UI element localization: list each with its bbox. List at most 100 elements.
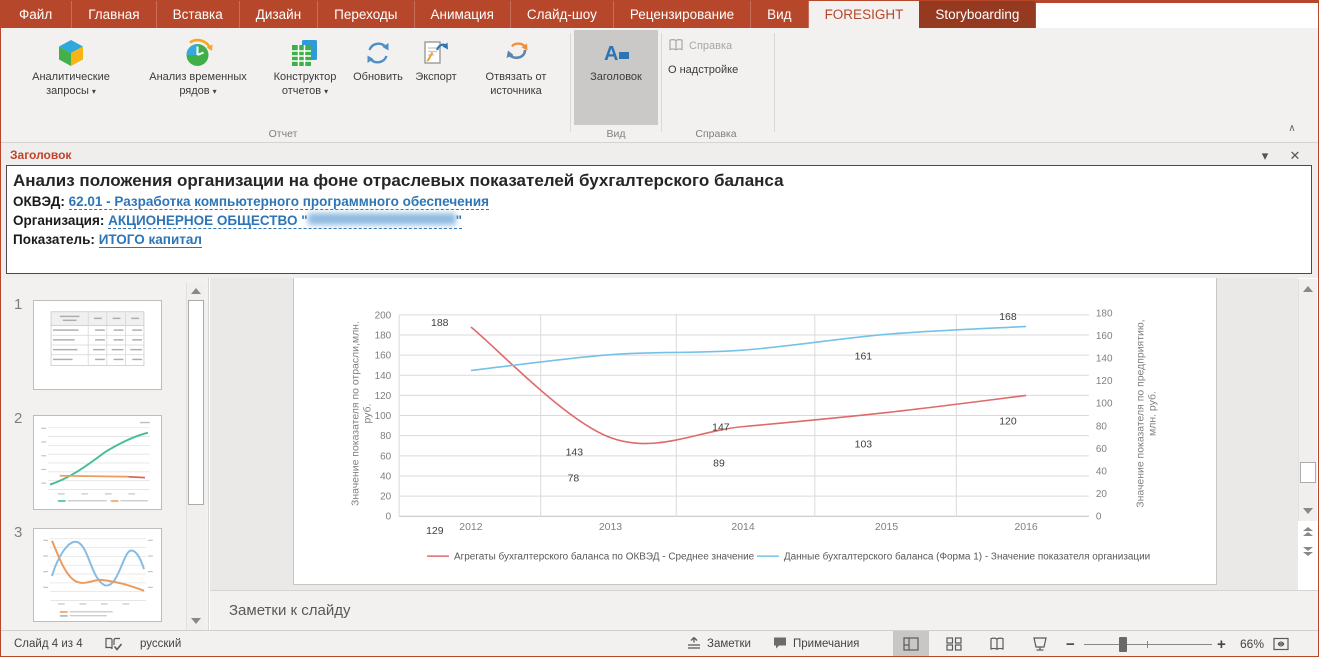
scroll-down-icon[interactable] xyxy=(187,613,205,628)
zoom-slider-track[interactable] xyxy=(1084,644,1212,645)
notes-area[interactable]: Заметки к слайду xyxy=(210,590,1319,630)
x-axis-tick: 2016 xyxy=(1014,522,1037,533)
zoom-out-button[interactable]: − xyxy=(1066,631,1075,657)
right-axis-tick: 60 xyxy=(1096,444,1108,455)
x-axis-tick: 2013 xyxy=(599,522,622,533)
editor-scrollbar[interactable] xyxy=(1298,279,1317,521)
left-axis-tick: 0 xyxy=(386,512,392,523)
fit-to-window-button[interactable] xyxy=(1272,631,1290,657)
scroll-up-icon[interactable] xyxy=(1299,281,1317,297)
tab-file[interactable]: Файл xyxy=(0,0,72,28)
zoom-level[interactable]: 66% xyxy=(1240,631,1264,657)
data-label: 78 xyxy=(568,473,580,484)
unlink-arrows-icon xyxy=(500,37,532,69)
slide-indicator[interactable]: Слайд 4 из 4 xyxy=(14,631,83,657)
title-toggle-button[interactable]: A Заголовок xyxy=(574,30,658,125)
collapse-ribbon-icon[interactable]: ∧ xyxy=(1281,120,1303,138)
refresh-button[interactable]: Обновить xyxy=(350,30,406,125)
okved-link[interactable]: 62.01 - Разработка компьютерного програм… xyxy=(69,194,489,210)
panel-close-icon[interactable]: ✕ xyxy=(1285,147,1305,165)
dropdown-caret-icon: ▾ xyxy=(92,87,96,96)
tab-home[interactable]: Главная xyxy=(72,0,156,28)
zoom-in-button[interactable]: + xyxy=(1217,631,1226,657)
spellcheck-icon[interactable] xyxy=(104,631,122,657)
indicator-link[interactable]: ИТОГО капитал xyxy=(99,232,202,248)
export-button[interactable]: Экспорт xyxy=(408,30,464,125)
left-axis-tick: 160 xyxy=(375,351,392,362)
next-slide-icon[interactable] xyxy=(1298,544,1317,558)
tab-insert[interactable]: Вставка xyxy=(157,0,240,28)
comments-toggle[interactable]: Примечания xyxy=(772,631,859,657)
panel-collapse-icon[interactable]: ▾ xyxy=(1255,147,1275,165)
tab-review[interactable]: Рецензирование xyxy=(614,0,751,28)
analytic-queries-label: Аналитические запросы▾ xyxy=(8,70,134,99)
left-axis-tick: 100 xyxy=(375,411,392,422)
slide-chart[interactable]: 0204060801001201401601802000204060801001… xyxy=(294,278,1216,584)
zoom-slider-thumb[interactable] xyxy=(1119,637,1127,652)
notes-toggle[interactable]: Заметки xyxy=(686,631,751,657)
tab-design[interactable]: Дизайн xyxy=(240,0,318,28)
tab-foresight[interactable]: FORESIGHT xyxy=(809,0,920,28)
slide-editor-area[interactable]: 0204060801001201401601802000204060801001… xyxy=(210,278,1298,590)
data-label: 129 xyxy=(426,526,444,537)
status-bar: Слайд 4 из 4 русский Заметки Примечания xyxy=(0,630,1319,657)
dropdown-caret-icon: ▾ xyxy=(324,87,328,96)
thumbnail-scrollbar[interactable] xyxy=(186,283,205,630)
series-line-2 xyxy=(471,326,1026,370)
previous-slide-icon[interactable] xyxy=(1298,525,1317,539)
notes-toggle-label: Заметки xyxy=(707,638,751,650)
organization-label: Организация: xyxy=(13,213,104,228)
left-axis-tick: 180 xyxy=(375,331,392,342)
slide-canvas[interactable]: 0204060801001201401601802000204060801001… xyxy=(293,278,1217,585)
slideshow-view-button[interactable] xyxy=(1022,631,1058,657)
left-axis-tick: 20 xyxy=(380,492,392,503)
slide-thumbnail-3[interactable] xyxy=(33,528,162,622)
tab-transitions[interactable]: Переходы xyxy=(318,0,414,28)
help-label: Справка xyxy=(689,40,732,52)
left-axis-tick: 200 xyxy=(375,310,392,321)
tab-animations[interactable]: Анимация xyxy=(415,0,511,28)
help-book-icon xyxy=(668,37,684,56)
analytic-queries-button[interactable]: Аналитические запросы▾ xyxy=(8,30,134,125)
title-text-box[interactable]: Анализ положения организации на фоне отр… xyxy=(6,165,1312,274)
data-label: 120 xyxy=(999,417,1017,428)
editor-scrollbar-thumb[interactable] xyxy=(1300,462,1316,483)
unlink-source-button[interactable]: Отвязать от источника xyxy=(466,30,566,125)
ribbon-group-help: Справка xyxy=(661,128,771,140)
organization-link[interactable]: АКЦИОНЕРНОЕ ОБЩЕСТВО "" xyxy=(108,213,462,229)
reading-view-button[interactable] xyxy=(979,631,1015,657)
thumbnail-wave-chart-preview xyxy=(34,529,161,621)
slide-thumbnail-panel: 1 2 xyxy=(0,278,209,630)
slide-number: 1 xyxy=(14,296,22,313)
title-toggle-label: Заголовок xyxy=(574,70,658,84)
comments-toggle-label: Примечания xyxy=(793,638,859,650)
slide-sorter-view-button[interactable] xyxy=(936,631,972,657)
scroll-down-icon[interactable] xyxy=(1299,503,1317,519)
data-label: 161 xyxy=(855,352,873,363)
svg-text:A: A xyxy=(604,43,618,65)
tab-slideshow[interactable]: Слайд-шоу xyxy=(511,0,614,28)
help-button[interactable]: Справка xyxy=(668,36,732,56)
report-builder-button[interactable]: Конструктор отчетов▾ xyxy=(262,30,348,125)
left-axis-title: Значение показателя по отрасли,млн.руб. xyxy=(350,321,373,506)
tab-storyboarding[interactable]: Storyboarding xyxy=(919,0,1035,28)
time-series-button[interactable]: Анализ временных рядов▾ xyxy=(136,30,260,125)
normal-view-button[interactable] xyxy=(893,631,929,657)
report-builder-label: Конструктор отчетов▾ xyxy=(262,70,348,99)
slide-number: 3 xyxy=(14,524,22,541)
report-table-icon xyxy=(289,37,321,69)
header-panel-title: Заголовок xyxy=(10,148,71,162)
data-label: 188 xyxy=(431,318,449,329)
data-label: 143 xyxy=(566,447,584,458)
thumbnail-scrollbar-thumb[interactable] xyxy=(188,300,204,505)
slide-thumbnail-1[interactable] xyxy=(33,300,162,390)
scroll-up-icon[interactable] xyxy=(187,283,205,298)
slide-thumbnail-2[interactable] xyxy=(33,415,162,510)
dropdown-caret-icon: ▾ xyxy=(213,87,217,96)
ribbon: Аналитические запросы▾ Анализ временных … xyxy=(0,28,1319,143)
about-addin-button[interactable]: О надстройке xyxy=(668,60,738,80)
right-axis-tick: 100 xyxy=(1096,399,1113,410)
language-indicator[interactable]: русский xyxy=(140,631,181,657)
tab-view[interactable]: Вид xyxy=(751,0,808,28)
export-document-icon xyxy=(420,37,452,69)
